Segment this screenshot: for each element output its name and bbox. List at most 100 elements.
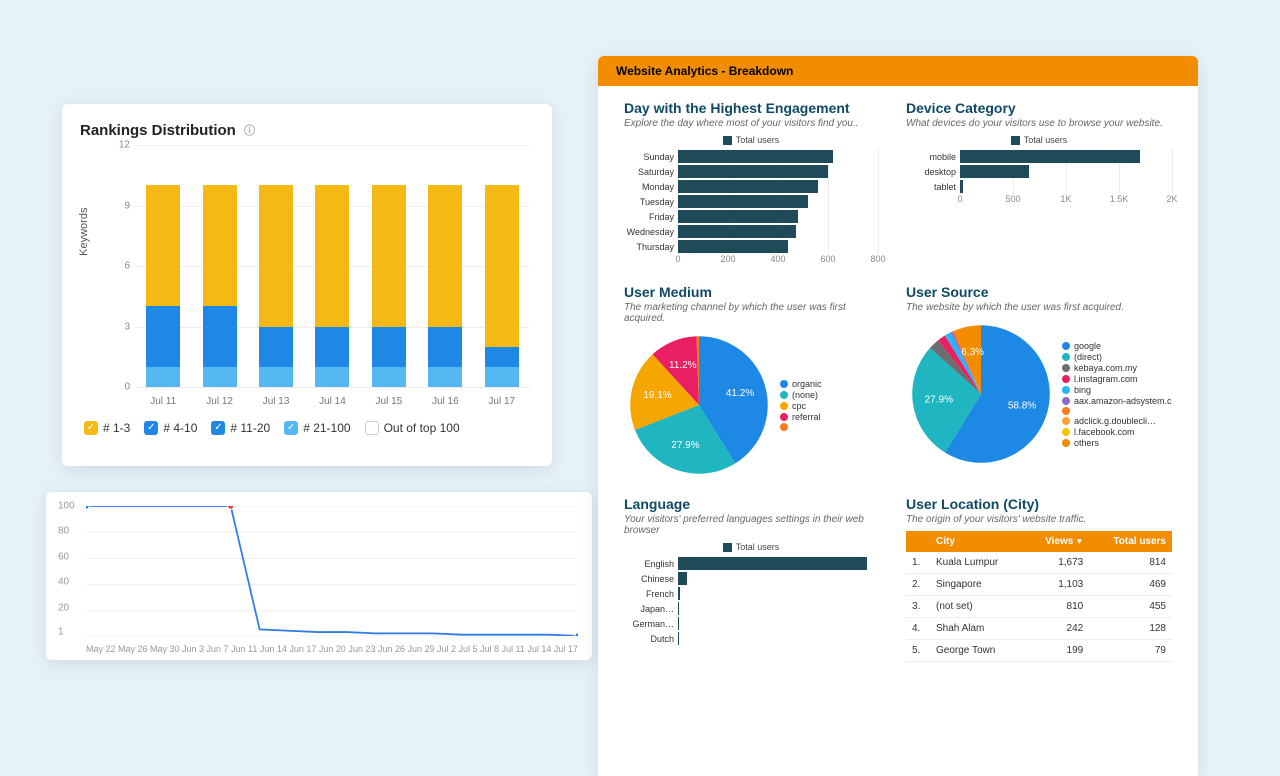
engagement-chart: SundaySaturdayMondayTuesdayFridayWednesd… [624,149,878,268]
rankings-bars [135,145,530,387]
medium-pie-legend: organic(none)cpcreferral [780,378,822,432]
position-trend-chart: 120406080100 May 22May 26May 30Jun 3Jun … [56,502,582,656]
pie-legend-item[interactable]: aax.amazon-adsystem.com [1062,396,1172,406]
pie-legend-item[interactable]: adclick.g.doublecli… [1062,416,1172,426]
hbar-row: Chinese [624,571,878,586]
hbar-row: Saturday [624,164,878,179]
pie-legend-item[interactable]: referral [780,412,822,422]
language-sub: Your visitors' preferred languages setti… [624,514,878,536]
legend-item[interactable]: # 4-10 [144,421,197,435]
col-users[interactable]: Total users [1089,531,1172,552]
rank-bar[interactable] [315,145,349,387]
location-title: User Location (City) [906,496,1172,512]
hbar-row: Friday [624,209,878,224]
legend-item[interactable]: # 1-3 [84,421,130,435]
position-trend-card: 120406080100 May 22May 26May 30Jun 3Jun … [46,492,592,660]
source-sub: The website by which the user was first … [906,302,1172,313]
rank-bar[interactable] [146,145,180,387]
hbar-row: tablet [906,179,1172,194]
device-sub: What devices do your visitors use to bro… [906,118,1172,129]
medium-pie: 41.2% 27.9% 19.1% 11.2% [624,330,774,480]
pie-legend-item[interactable]: others [1062,438,1172,448]
rank-bar[interactable] [372,145,406,387]
table-row[interactable]: 5.George Town19979 [906,640,1172,662]
hbar-row: Japan… [624,601,878,616]
hbar-row: Thursday [624,239,878,254]
location-header-row: City Views▼ Total users [906,531,1172,552]
pie-legend-item[interactable]: bing [1062,385,1172,395]
legend-item[interactable]: Out of top 100 [365,421,460,435]
rank-bar[interactable] [485,145,519,387]
rankings-ylabel: Keywords [78,208,90,256]
device-legend: Total users [906,135,1172,145]
table-row[interactable]: 2.Singapore1,103469 [906,574,1172,596]
pie-legend-item[interactable]: l.facebook.com [1062,427,1172,437]
col-views[interactable]: Views▼ [1025,531,1089,552]
location-sub: The origin of your visitors' website tra… [906,514,1172,525]
info-icon[interactable]: ⓘ [244,125,255,137]
svg-text:11.2%: 11.2% [669,360,697,371]
hbar-row: Tuesday [624,194,878,209]
svg-text:27.9%: 27.9% [671,440,699,451]
rankings-distribution-card: Rankings Distribution ⓘ Keywords 036912 … [62,104,552,466]
svg-text:6.3%: 6.3% [961,347,984,358]
location-table: City Views▼ Total users 1.Kuala Lumpur1,… [906,531,1172,662]
hbar-row: Wednesday [624,224,878,239]
source-pie-legend: google(direct)kebaya.com.myl.instagram.c… [1062,340,1172,449]
col-city[interactable]: City [930,531,1025,552]
table-row[interactable]: 4.Shah Alam242128 [906,618,1172,640]
position-line [86,506,578,636]
source-title: User Source [906,284,1172,300]
pie-legend-item[interactable]: kebaya.com.my [1062,363,1172,373]
rank-bar[interactable] [259,145,293,387]
svg-text:27.9%: 27.9% [925,395,953,406]
hbar-row: German… [624,616,878,631]
medium-title: User Medium [624,284,878,300]
pie-legend-item[interactable] [1062,407,1172,415]
rankings-title-text: Rankings Distribution [80,122,236,139]
source-section: User Source The website by which the use… [906,284,1172,480]
location-section: User Location (City) The origin of your … [906,496,1172,662]
pie-legend-item[interactable]: (direct) [1062,352,1172,362]
position-x-axis: May 22May 26May 30Jun 3Jun 7Jun 11Jun 14… [86,644,578,654]
hbar-row: mobile [906,149,1172,164]
device-title: Device Category [906,100,1172,116]
rankings-chart: Keywords 036912 Jul 11Jul 12Jul 13Jul 14… [80,145,534,415]
pie-legend-item[interactable]: google [1062,341,1172,351]
rankings-x-axis: Jul 11Jul 12Jul 13Jul 14Jul 15Jul 16Jul … [135,396,530,407]
svg-text:58.8%: 58.8% [1008,400,1036,411]
sort-desc-icon: ▼ [1075,537,1083,546]
pie-legend-item[interactable] [780,423,822,431]
table-row[interactable]: 1.Kuala Lumpur1,673814 [906,552,1172,574]
table-row[interactable]: 3.(not set)810455 [906,596,1172,618]
rankings-title: Rankings Distribution ⓘ [80,122,534,139]
language-legend: Total users [624,542,878,552]
svg-text:19.1%: 19.1% [643,390,671,401]
pie-legend-item[interactable]: organic [780,379,822,389]
legend-item[interactable]: # 21-100 [284,421,350,435]
language-section: Language Your visitors' preferred langua… [624,496,878,662]
website-analytics-panel: Website Analytics - Breakdown Day with t… [598,56,1198,776]
svg-text:41.2%: 41.2% [726,388,754,399]
hbar-row: English [624,556,878,571]
rank-bar[interactable] [428,145,462,387]
language-title: Language [624,496,878,512]
medium-sub: The marketing channel by which the user … [624,302,878,324]
hbar-row: Dutch [624,631,878,646]
medium-section: User Medium The marketing channel by whi… [624,284,878,480]
engagement-sub: Explore the day where most of your visit… [624,118,878,129]
legend-item[interactable]: # 11-20 [211,421,270,435]
rankings-y-axis: 036912 [110,145,130,387]
hbar-row: French [624,586,878,601]
source-pie: 58.8% 27.9% 6.3% [906,319,1056,469]
engagement-title: Day with the Highest Engagement [624,100,878,116]
rankings-legend: # 1-3 # 4-10 # 11-20 # 21-100 Out of top 100 [80,421,534,435]
device-section: Device Category What devices do your vis… [906,100,1172,268]
pie-legend-item[interactable]: cpc [780,401,822,411]
pie-legend-item[interactable]: (none) [780,390,822,400]
device-chart: mobiledesktoptablet05001K1.5K2K [906,149,1172,208]
analytics-header: Website Analytics - Breakdown [598,56,1198,86]
pie-legend-item[interactable]: l.instagram.com [1062,374,1172,384]
rank-bar[interactable] [203,145,237,387]
engagement-legend: Total users [624,135,878,145]
